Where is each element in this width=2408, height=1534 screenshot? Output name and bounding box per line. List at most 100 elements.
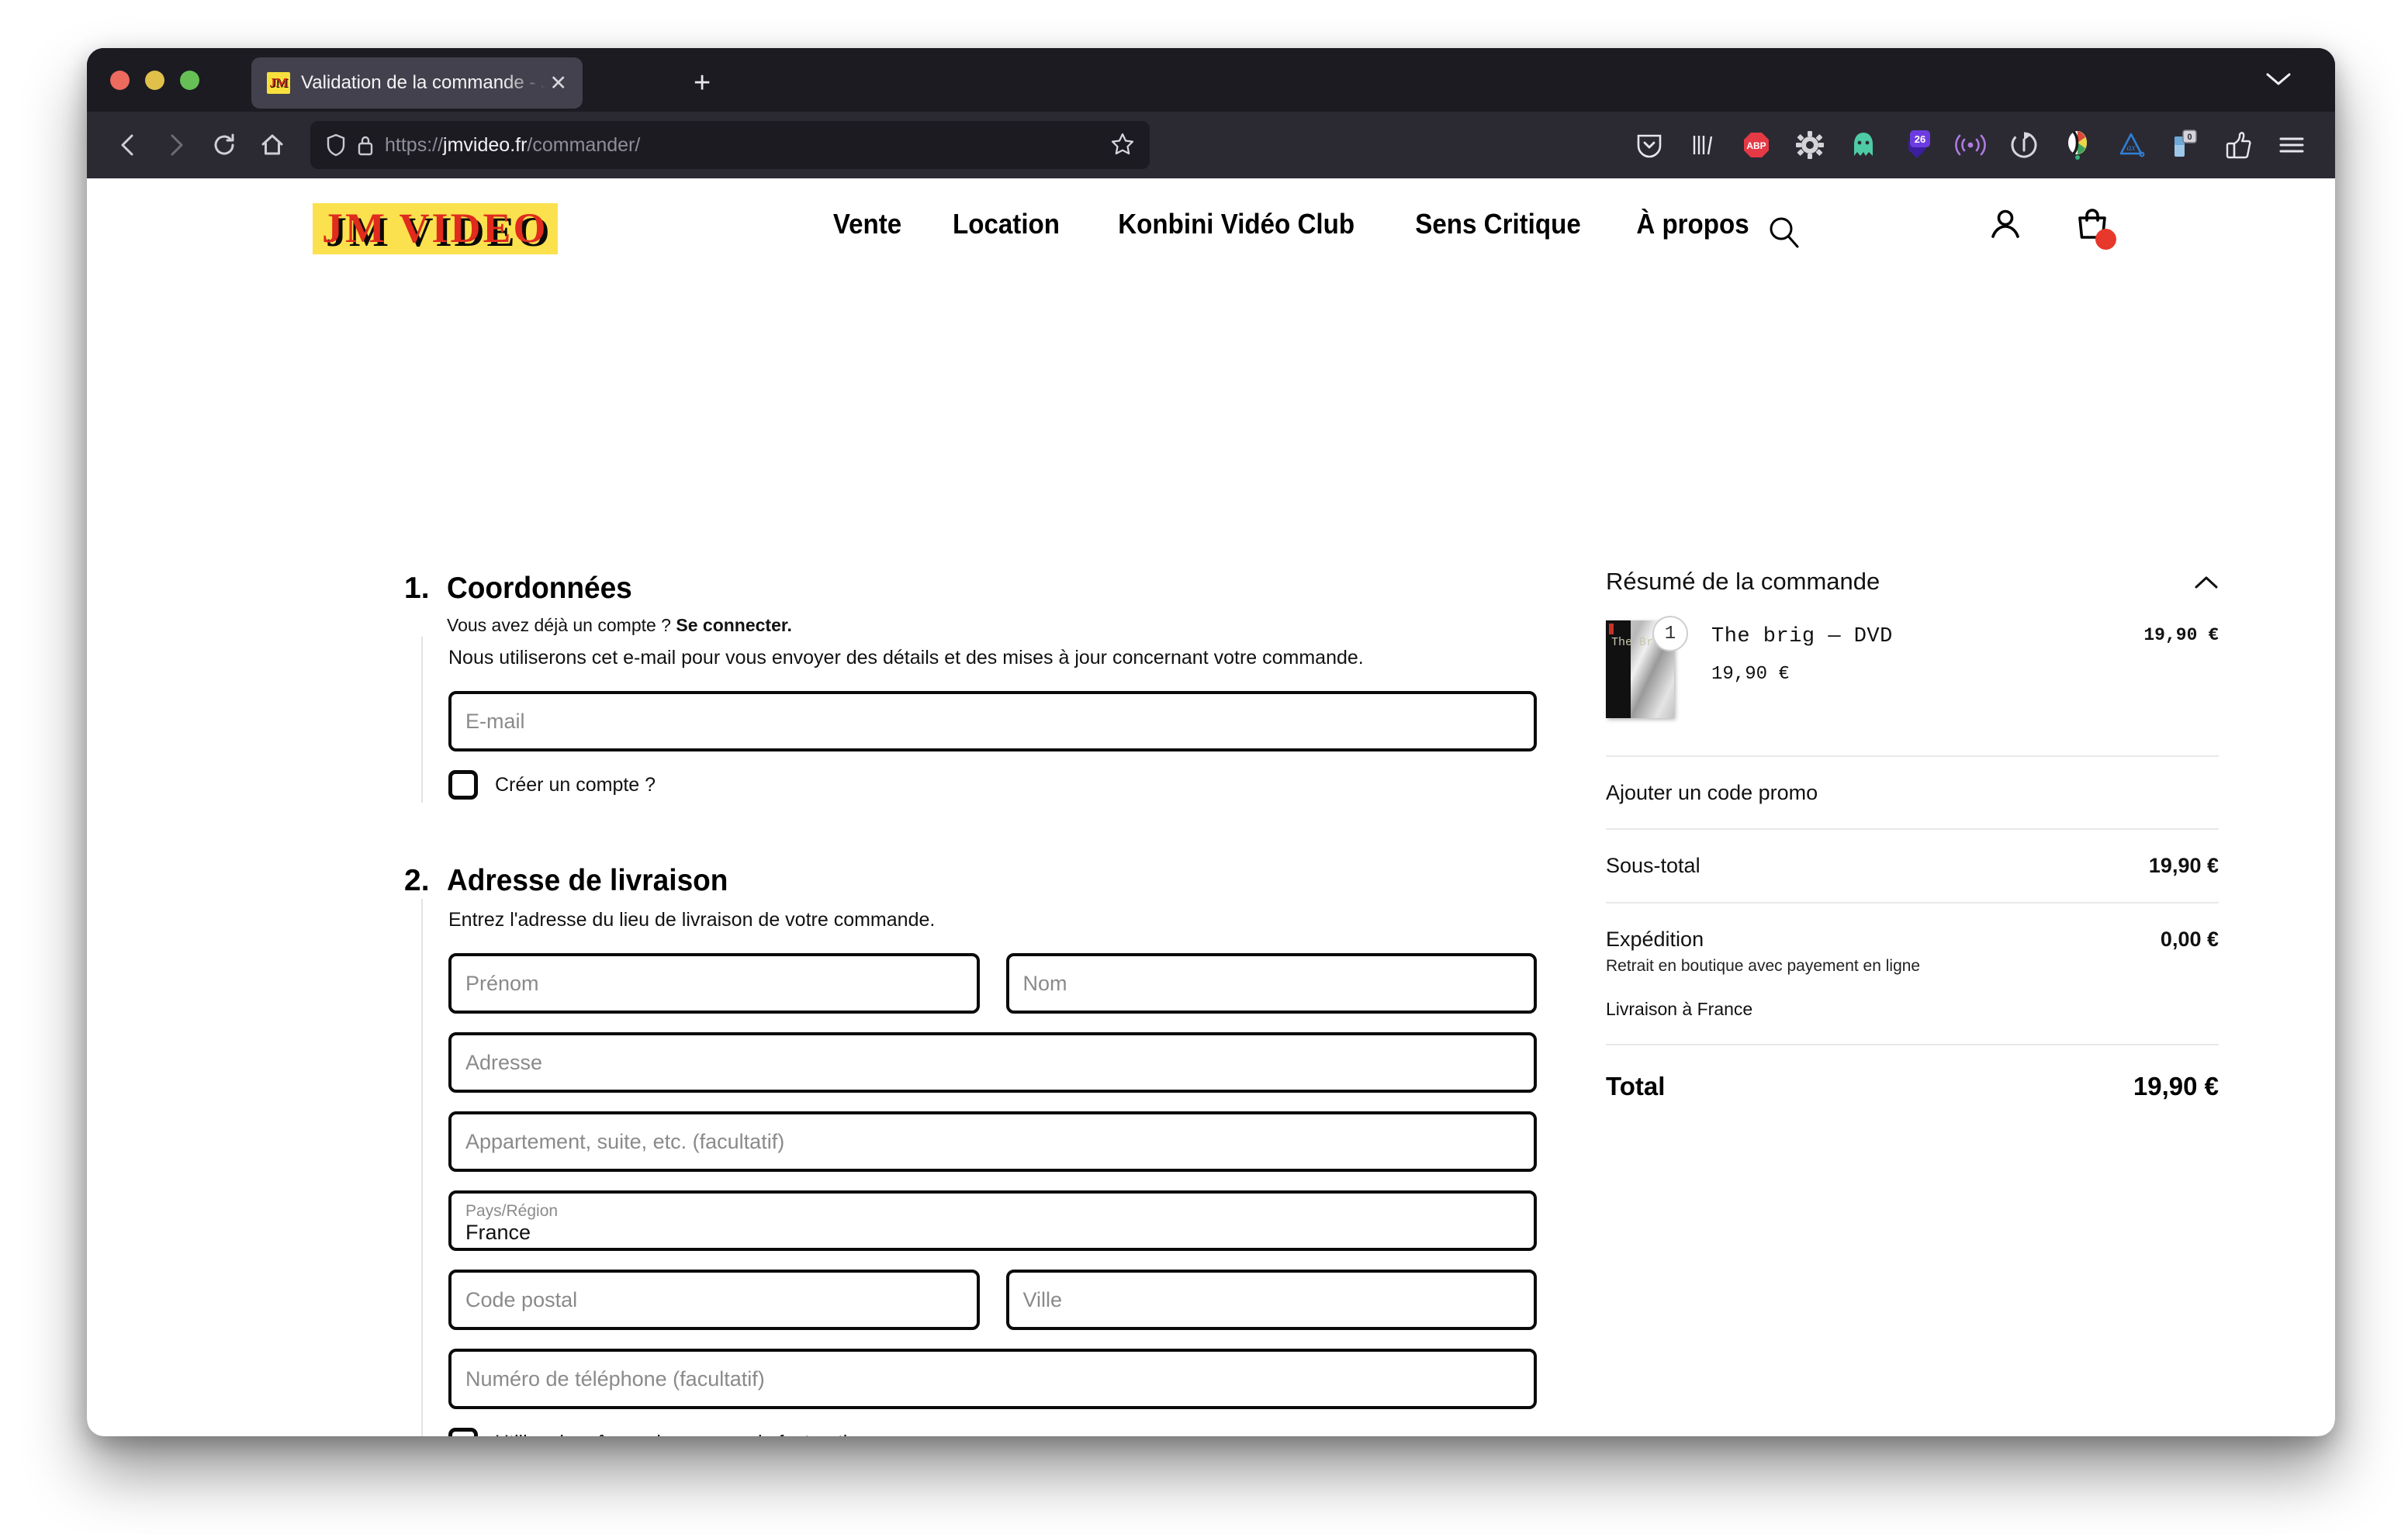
create-account-label: Créer un compte ? — [495, 773, 656, 796]
subtotal-value: 19,90 € — [2148, 854, 2219, 877]
first-name-placeholder: Prénom — [465, 971, 539, 995]
browser-tab[interactable]: JM Validation de la commande - JM… ✕ — [251, 57, 583, 109]
bookmark-star-icon[interactable] — [1111, 132, 1134, 159]
shipping-label: Expédition — [1606, 928, 1704, 951]
total-value: 19,90 € — [2133, 1072, 2219, 1100]
tab-close-icon[interactable]: ✕ — [546, 72, 570, 94]
promo-code-row[interactable]: Ajouter un code promo — [1606, 757, 2219, 830]
adblock-plus-icon[interactable]: ABP — [1739, 128, 1773, 162]
extensions-tray: ABP 26 ax 0 — [1162, 128, 2335, 162]
cart-badge — [2095, 229, 2116, 250]
city-placeholder: Ville — [1022, 1287, 1063, 1311]
product-line-price: 19,90 € — [2143, 625, 2219, 645]
nav-item-konbini-video-club[interactable]: Konbini Vidéo Club — [1098, 208, 1375, 240]
container-tabs-icon[interactable]: 0 — [2168, 128, 2202, 162]
chevron-down-icon[interactable] — [2265, 71, 2292, 87]
total-row: Total 19,90 € — [1606, 1045, 2219, 1125]
close-window-button[interactable] — [110, 71, 130, 90]
refresh-extension-icon[interactable] — [2007, 128, 2041, 162]
email-field[interactable]: E-mail — [448, 691, 1537, 751]
postcode-field[interactable]: Code postal — [448, 1270, 980, 1330]
order-line-item-details: The brig — DVD 19,90 € — [1683, 620, 2143, 685]
last-name-placeholder: Nom — [1022, 971, 1067, 995]
country-label: Pays/Région — [465, 1202, 559, 1220]
address-placeholder: Adresse — [465, 1050, 543, 1074]
promo-code-link[interactable]: Ajouter un code promo — [1606, 781, 1818, 805]
nav-item-location[interactable]: Location — [932, 208, 1080, 240]
site-favicon: JM — [267, 72, 290, 94]
create-account-checkbox[interactable] — [448, 770, 478, 800]
total-label: Total — [1606, 1072, 1666, 1100]
wifi-extension-icon[interactable] — [1953, 128, 1988, 162]
step-spacer — [404, 803, 1537, 863]
site-logo[interactable]: JM VIDEO — [313, 203, 558, 254]
phone-placeholder: Numéro de téléphone (facultatif) — [465, 1366, 765, 1391]
chevron-up-icon[interactable] — [2194, 575, 2219, 589]
nav-item-vente[interactable]: Vente — [813, 208, 922, 240]
hamburger-menu-icon[interactable] — [2275, 128, 2309, 162]
color-picker-icon[interactable] — [2060, 128, 2095, 162]
product-thumbnail-wrap: The Brig 1 — [1606, 616, 1688, 718]
order-summary-title: Résumé de la commande — [1606, 568, 1880, 595]
step2-note: Entrez l'adresse du lieu de livraison de… — [448, 909, 936, 931]
step1-note: Nous utiliserons cet e-mail pour vous en… — [448, 647, 1364, 669]
order-summary: Résumé de la commande The Brig 1 The bri… — [1606, 568, 2219, 1125]
axe-devtools-icon[interactable]: ax — [2114, 128, 2148, 162]
minimize-window-button[interactable] — [145, 71, 164, 90]
header-actions — [1988, 206, 2116, 250]
address-bar[interactable]: https://jmvideo.fr/commander/ — [310, 121, 1150, 169]
lock-icon[interactable] — [357, 134, 374, 156]
account-prompt-text: Vous avez déjà un compte ? — [447, 615, 676, 635]
address-field[interactable]: Adresse — [448, 1032, 1537, 1093]
checkout-form-column: 1. Coordonnées Vous avez déjà un compte … — [404, 571, 1537, 1436]
subtotal-row: Sous-total 19,90 € — [1606, 830, 2219, 903]
library-icon[interactable] — [1686, 128, 1720, 162]
address-bar-url: https://jmvideo.fr/commander/ — [385, 133, 641, 156]
address2-field[interactable]: Appartement, suite, etc. (facultatif) — [448, 1111, 1537, 1172]
ghostery-icon[interactable] — [1846, 128, 1880, 162]
last-name-field[interactable]: Nom — [1005, 953, 1537, 1014]
city-field[interactable]: Ville — [1005, 1270, 1537, 1330]
step1-body: Nous utiliserons cet e-mail pour vous en… — [421, 637, 1537, 803]
product-name[interactable]: The brig — DVD — [1711, 625, 2143, 648]
country-field[interactable]: Pays/Région France — [448, 1190, 1537, 1251]
new-tab-button[interactable]: + — [694, 68, 711, 98]
shipping-destination: Livraison à France — [1606, 999, 1753, 1019]
same-billing-row[interactable]: Utiliser la même adresse pour la factura… — [448, 1428, 1537, 1436]
account-icon[interactable] — [1988, 206, 2023, 246]
step1-header: 1. Coordonnées — [404, 571, 1537, 606]
pocket-icon[interactable] — [1632, 128, 1666, 162]
back-button[interactable] — [104, 121, 152, 169]
nav-item-a-propos[interactable]: À propos — [1617, 208, 1770, 240]
same-billing-checkbox[interactable] — [448, 1428, 478, 1436]
email-placeholder: E-mail — [465, 709, 525, 733]
cart-button[interactable] — [2074, 206, 2116, 250]
create-account-row[interactable]: Créer un compte ? — [448, 770, 1537, 800]
first-name-field[interactable]: Prénom — [448, 953, 980, 1014]
same-billing-label: Utiliser la même adresse pour la factura… — [495, 1432, 869, 1437]
shield-icon[interactable] — [326, 133, 346, 157]
checkout-step-coordonnees: 1. Coordonnées Vous avez déjà un compte … — [404, 571, 1537, 803]
login-link[interactable]: Se connecter. — [676, 615, 792, 635]
subtotal-label: Sous-total — [1606, 854, 1700, 877]
country-value: France — [465, 1221, 531, 1244]
shipping-value: 0,00 € — [2160, 928, 2219, 951]
forward-button[interactable] — [152, 121, 200, 169]
step2-number: 2. — [404, 864, 430, 897]
home-button[interactable] — [248, 121, 296, 169]
phone-field[interactable]: Numéro de téléphone (facultatif) — [448, 1349, 1537, 1409]
maximize-window-button[interactable] — [180, 71, 199, 90]
step2-body: Entrez l'adresse du lieu de livraison de… — [421, 899, 1537, 1436]
downloads-extension-icon[interactable]: 26 — [1900, 128, 1934, 162]
product-unit-price: 19,90 € — [1711, 664, 1790, 685]
step1-number: 1. — [404, 572, 430, 605]
shipping-row: Expédition Retrait en boutique avec paye… — [1606, 903, 2219, 1045]
gear-extension-icon[interactable] — [1793, 128, 1827, 162]
svg-text:ABP: ABP — [1746, 140, 1766, 151]
nav-item-sens-critique[interactable]: Sens Critique — [1396, 208, 1601, 240]
window-traffic-lights — [110, 71, 199, 90]
search-icon[interactable] — [1766, 215, 1801, 253]
order-summary-header[interactable]: Résumé de la commande — [1606, 568, 2219, 600]
thumbs-up-extension-icon[interactable] — [2221, 128, 2255, 162]
reload-button[interactable] — [200, 121, 248, 169]
